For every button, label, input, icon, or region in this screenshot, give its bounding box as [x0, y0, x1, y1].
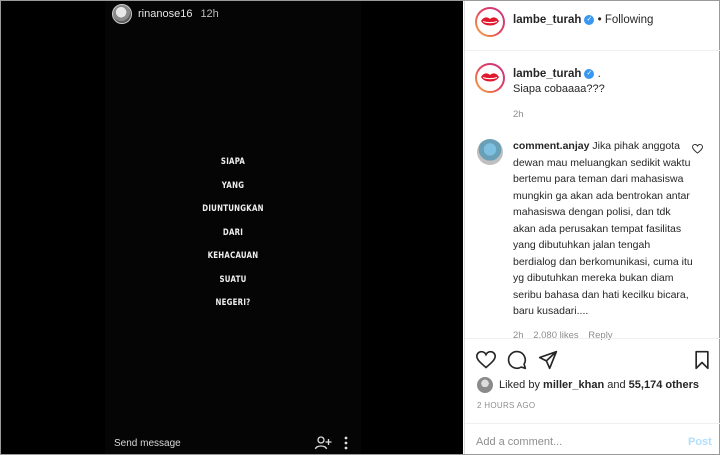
caption-name-row: lambe_turah ✓ .	[513, 68, 601, 80]
story-line: YANG	[221, 180, 245, 191]
post-actions: Liked by miller_khan and 55,174 others 2…	[465, 338, 720, 455]
commenter-username[interactable]: comment.anjay	[513, 140, 589, 152]
post-comment-button[interactable]: Post	[688, 436, 712, 448]
lips-logo-icon	[481, 73, 499, 82]
story-time: 12h	[200, 8, 219, 20]
post-time[interactable]: 2 HOURS AGO	[477, 401, 535, 410]
send-message-button[interactable]: Send message	[114, 438, 181, 449]
story-line: SIAPA	[220, 157, 246, 167]
story-avatar[interactable]	[112, 4, 132, 24]
caption-text: Siapa cobaaaa???	[513, 83, 605, 95]
comment-text: Jika pihak anggota dewan mau meluangkan …	[513, 140, 693, 317]
comment-bubble-icon[interactable]	[507, 350, 527, 370]
story-text-block: SIAPA YANG DIUNTUNGKAN DARI KEHACAUAN SU…	[105, 151, 361, 316]
caption-suffix: .	[597, 68, 601, 80]
post-header: lambe_turah ✓ • Following	[465, 1, 720, 51]
story-line: KEHACAUAN	[207, 251, 259, 261]
author-avatar[interactable]	[475, 7, 505, 37]
like-heart-icon[interactable]	[476, 350, 496, 370]
commenter-avatar[interactable]	[477, 139, 503, 165]
story-line: DARI	[222, 227, 244, 238]
post-panel: lambe_turah ✓ • Following lambe_turah ✓ . …	[464, 1, 720, 455]
story-image: rinanose16 12h SIAPA YANG DIUNTUNGKAN DA…	[1, 1, 463, 454]
story-username[interactable]: rinanose16	[138, 8, 192, 20]
lips-logo-icon	[481, 17, 499, 26]
liked-by-prefix: Liked by	[499, 379, 540, 391]
author-username[interactable]: lambe_turah	[513, 14, 581, 26]
comment-input[interactable]: Add a comment...	[476, 436, 562, 448]
verified-badge-icon: ✓	[584, 68, 595, 79]
caption-avatar[interactable]	[475, 63, 505, 93]
liked-by-row: Liked by miller_khan and 55,174 others	[477, 377, 699, 393]
story-line: NEGERI?	[215, 298, 251, 308]
liked-by-user[interactable]: miller_khan	[543, 379, 604, 391]
comment-body: comment.anjay Jika pihak anggota dewan m…	[513, 138, 693, 320]
liker-avatar[interactable]	[477, 377, 493, 393]
share-send-icon[interactable]	[538, 350, 558, 370]
story-line: DIUNTUNGKAN	[202, 204, 264, 214]
add-comment-bar: Add a comment... Post	[465, 423, 720, 455]
liked-by-and: and	[607, 379, 626, 391]
story-header: rinanose16 12h	[112, 4, 219, 24]
follow-separator: •	[597, 14, 602, 26]
liked-by-count[interactable]: 55,174 others	[629, 379, 699, 391]
verified-badge-icon: ✓	[584, 14, 595, 25]
comment-heart-icon[interactable]	[692, 144, 703, 154]
story-line: SUATU	[219, 274, 247, 285]
caption-username[interactable]: lambe_turah	[513, 68, 581, 80]
following-button[interactable]: Following	[605, 14, 654, 26]
bookmark-icon[interactable]	[692, 350, 712, 370]
author-name-row: lambe_turah ✓ • Following	[513, 14, 653, 26]
more-vertical-icon[interactable]	[341, 435, 351, 451]
caption-time[interactable]: 2h	[513, 109, 524, 120]
add-user-icon[interactable]	[314, 435, 332, 451]
